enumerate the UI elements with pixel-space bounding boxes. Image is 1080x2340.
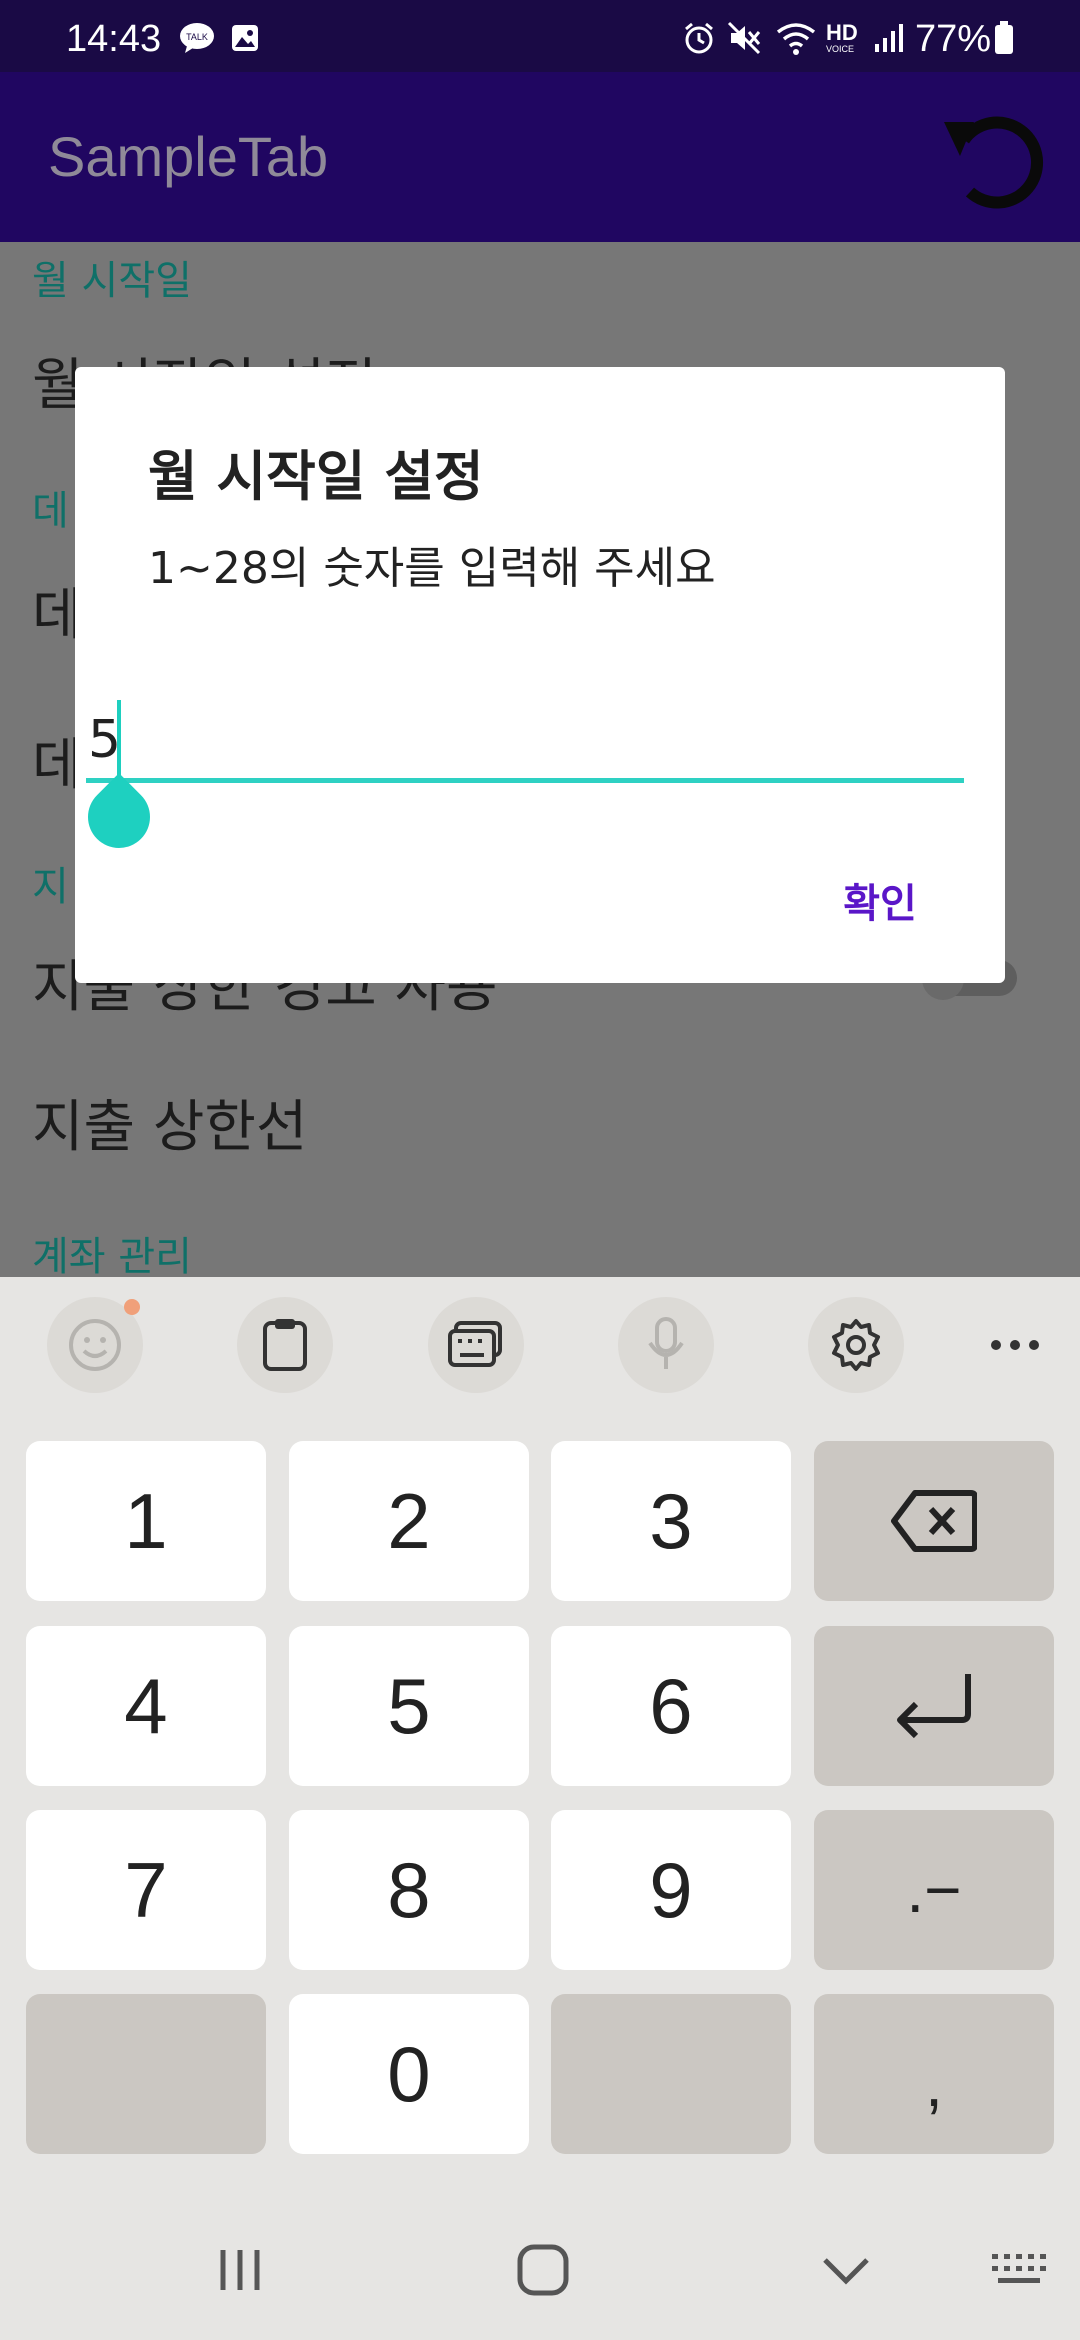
text-cursor: [117, 700, 121, 778]
status-time: 14:43: [66, 18, 162, 60]
notification-dot: [124, 1299, 140, 1315]
dot-minus-key[interactable]: .−: [814, 1810, 1054, 1970]
blank-key-left[interactable]: [26, 1994, 266, 2154]
more-button[interactable]: [980, 1320, 1050, 1370]
home-icon: [517, 2244, 569, 2296]
keyboard-switch-button[interactable]: [980, 2230, 1060, 2310]
back-icon: [823, 2258, 869, 2285]
emoji-icon: [69, 1319, 121, 1371]
battery-level: 77%: [915, 18, 992, 60]
more-icon: [991, 1340, 1039, 1350]
key-2[interactable]: 2: [289, 1441, 529, 1601]
gallery-icon: [228, 20, 262, 56]
key-7[interactable]: 7: [26, 1810, 266, 1970]
category-month-start: 월 시작일: [32, 258, 192, 304]
hd-voice-icon: HD VOICE: [826, 20, 858, 55]
clipboard-icon: [263, 1319, 307, 1371]
comma-key[interactable]: ,: [814, 1994, 1054, 2154]
mute-icon: [726, 20, 764, 56]
enter-key[interactable]: [814, 1626, 1054, 1786]
key-9[interactable]: 9: [551, 1810, 791, 1970]
key-8[interactable]: 8: [289, 1810, 529, 1970]
settings-icon: [832, 1319, 880, 1371]
category-account-management: 계좌 관리: [32, 1234, 192, 1277]
numeric-keyboard: [0, 1277, 1080, 2340]
input-underline: [86, 778, 964, 783]
home-button[interactable]: [503, 2230, 583, 2310]
battery-icon: [992, 20, 1016, 56]
pref-expense-limit[interactable]: 지출 상한선: [32, 1082, 307, 1163]
keyboard-icon: [448, 1321, 502, 1367]
dialog-title: 월 시작일 설정: [148, 445, 484, 508]
backspace-key[interactable]: [814, 1441, 1054, 1601]
blank-key-right[interactable]: [551, 1994, 791, 2154]
alarm-icon: [680, 20, 718, 56]
undo-icon: [944, 116, 1044, 209]
talk-icon: TALK: [178, 20, 216, 56]
key-1[interactable]: 1: [26, 1441, 266, 1601]
wifi-icon: [772, 20, 820, 56]
recents-button[interactable]: [200, 2230, 280, 2310]
voice-input-button[interactable]: [618, 1297, 714, 1393]
svg-text:TALK: TALK: [186, 32, 208, 42]
month-start-input[interactable]: [88, 700, 960, 780]
undo-button[interactable]: [930, 100, 1050, 220]
key-6[interactable]: 6: [551, 1626, 791, 1786]
clipboard-button[interactable]: [237, 1297, 333, 1393]
key-5[interactable]: 5: [289, 1626, 529, 1786]
backspace-icon: [891, 1490, 977, 1552]
app-title: SampleTab: [48, 125, 329, 188]
keyboard-mode-button[interactable]: [428, 1297, 524, 1393]
mic-icon: [648, 1317, 684, 1369]
confirm-button[interactable]: 확인: [820, 865, 940, 935]
key-4[interactable]: 4: [26, 1626, 266, 1786]
key-0[interactable]: 0: [289, 1994, 529, 2154]
back-button[interactable]: [806, 2230, 886, 2310]
keyboard-switch-icon: [992, 2254, 1046, 2283]
category-expense: 지: [32, 864, 69, 910]
recents-icon: [220, 2250, 260, 2290]
keyboard-settings-button[interactable]: [808, 1297, 904, 1393]
dialog-message: 1~28의 숫자를 입력해 주세요: [148, 543, 716, 594]
category-data: 데: [32, 488, 69, 534]
enter-icon: [897, 1674, 971, 1739]
signal-icon: [870, 20, 906, 56]
key-3[interactable]: 3: [551, 1441, 791, 1601]
